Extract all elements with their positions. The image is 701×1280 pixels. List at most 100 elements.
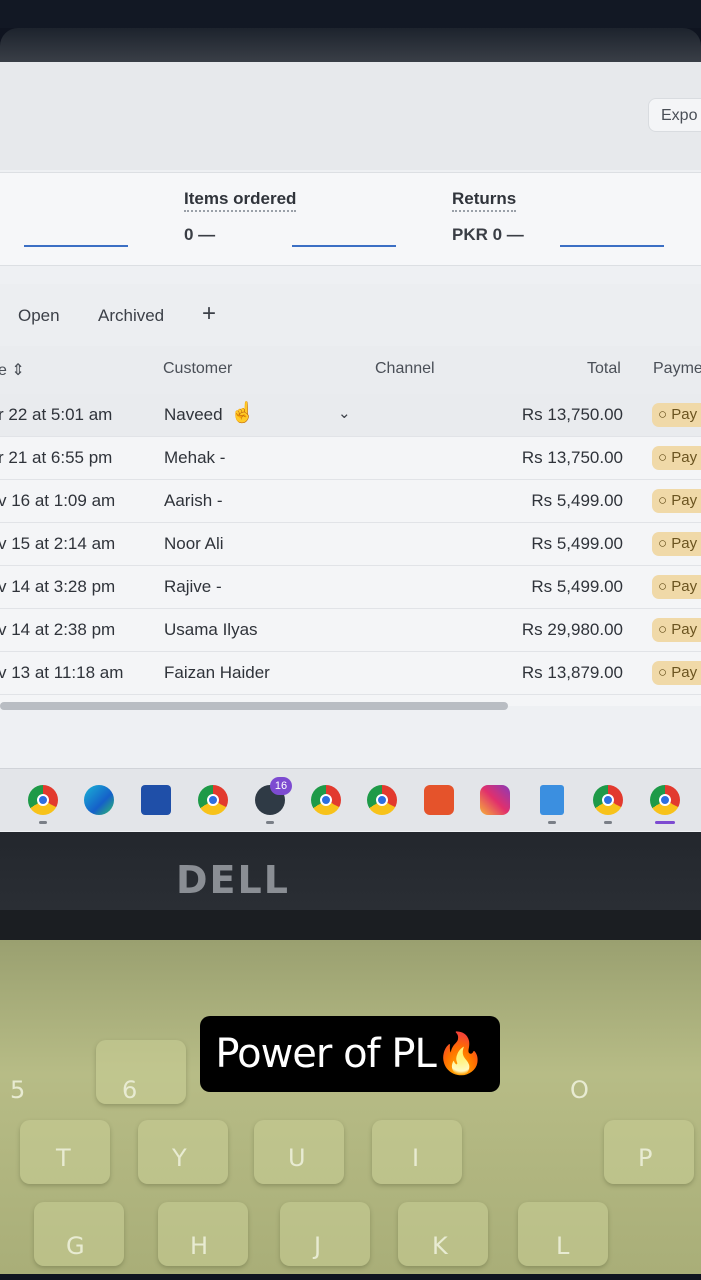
running-indicator <box>266 821 274 824</box>
laptop-body: DELL <box>0 832 701 940</box>
active-indicator <box>655 821 675 824</box>
story-caption: Power of PL🔥 <box>200 1016 500 1092</box>
payment-status-badge: ○ Pay <box>652 403 701 427</box>
column-channel[interactable]: Channel <box>375 360 435 378</box>
export-button[interactable]: Expo <box>648 98 701 132</box>
status-bar <box>0 0 701 28</box>
order-total: Rs 5,499.00 <box>531 577 623 596</box>
metric-title-returns[interactable]: Returns <box>452 189 517 212</box>
instagram-icon[interactable] <box>480 785 510 815</box>
order-total: Rs 29,980.00 <box>521 620 623 639</box>
metric-value-returns: PKR 0 — <box>452 225 524 244</box>
order-total: Rs 5,499.00 <box>531 491 623 510</box>
payment-status-badge: ○ Pay <box>652 446 701 470</box>
running-indicator <box>548 821 556 824</box>
dell-logo: DELL <box>176 858 290 902</box>
laptop-screen: Expo Items ordered 0 — Returns PKR 0 — O… <box>0 62 701 832</box>
key-label: P <box>638 1144 653 1172</box>
chrome-icon[interactable] <box>367 785 397 815</box>
customer-name[interactable]: Noor Ali <box>164 534 224 554</box>
hand-cursor-icon: ☝ <box>230 402 255 424</box>
store-icon[interactable] <box>141 785 171 815</box>
horizontal-scrollbar[interactable] <box>0 702 508 710</box>
laptop-bezel <box>0 28 701 64</box>
key-label: H <box>190 1232 209 1260</box>
column-total[interactable]: Total <box>587 360 621 378</box>
chrome-icon[interactable] <box>311 785 341 815</box>
key-label: U <box>288 1144 306 1172</box>
tab-archived[interactable]: Archived <box>98 306 164 326</box>
chevron-down-icon[interactable]: ⌄ <box>338 404 351 422</box>
key-label: 6 <box>122 1076 138 1104</box>
order-total: Rs 13,750.00 <box>521 405 623 424</box>
key-label: O <box>570 1076 589 1104</box>
download-icon[interactable] <box>424 785 454 815</box>
customer-name[interactable]: Mehak - <box>164 448 225 468</box>
sparkline <box>292 245 396 247</box>
order-date: v 14 at 2:38 pm <box>0 620 116 639</box>
key-label: Y <box>172 1144 187 1172</box>
running-indicator <box>604 821 612 824</box>
table-row[interactable]: v 14 at 3:28 pm Rajive - Rs 5,499.00 ○ P… <box>0 566 701 609</box>
table-row[interactable]: v 15 at 2:14 am Noor Ali Rs 5,499.00 ○ P… <box>0 523 701 566</box>
key-label: L <box>556 1232 570 1260</box>
customer-name[interactable]: Faizan Haider <box>164 663 270 683</box>
keyboard: 6 T Y U I O P G H J K L 5 <box>0 940 701 1274</box>
sparkline <box>24 245 128 247</box>
customer-name[interactable]: Usama Ilyas <box>164 620 258 640</box>
metric-title-items-ordered[interactable]: Items ordered <box>184 189 297 212</box>
table-row[interactable]: v 13 at 11:18 am Faizan Haider Rs 13,879… <box>0 652 701 695</box>
order-total: Rs 13,879.00 <box>521 663 623 682</box>
table-row[interactable]: v 14 at 2:38 pm Usama Ilyas Rs 29,980.00… <box>0 609 701 652</box>
page-header: Expo <box>0 62 701 170</box>
table-header: e ⇕ Customer Channel Total Payme <box>0 346 701 395</box>
order-total: Rs 5,499.00 <box>531 534 623 553</box>
key <box>280 1202 370 1266</box>
chrome-icon[interactable] <box>593 785 623 815</box>
notepad-icon[interactable] <box>540 785 564 815</box>
order-date: r 22 at 5:01 am <box>0 405 113 424</box>
chrome-icon[interactable] <box>198 785 228 815</box>
tab-open[interactable]: Open <box>18 306 60 326</box>
order-date: v 16 at 1:09 am <box>0 491 116 510</box>
order-tabs: Open Archived + <box>0 284 701 346</box>
payment-status-badge: ○ Pay <box>652 489 701 513</box>
payment-status-badge: ○ Pay <box>652 575 701 599</box>
notification-badge: 16 <box>270 777 292 795</box>
payment-status-badge: ○ Pay <box>652 618 701 642</box>
key-label: G <box>66 1232 85 1260</box>
bottom-bar <box>0 1274 701 1280</box>
table-row[interactable]: v 16 at 1:09 am Aarish - Rs 5,499.00 ○ P… <box>0 480 701 523</box>
payment-status-badge: ○ Pay <box>652 661 701 685</box>
metric-value-items-ordered: 0 — <box>184 225 216 244</box>
chrome-icon[interactable] <box>650 785 680 815</box>
key-label: J <box>314 1232 322 1260</box>
order-total: Rs 13,750.00 <box>521 448 623 467</box>
metrics-bar: Items ordered 0 — Returns PKR 0 — <box>0 172 701 266</box>
key-label: 5 <box>10 1076 26 1104</box>
key-label: K <box>432 1232 448 1260</box>
sparkline <box>560 245 664 247</box>
add-view-button[interactable]: + <box>202 300 216 328</box>
key-label: I <box>412 1144 420 1172</box>
running-indicator <box>39 821 47 824</box>
payment-status-badge: ○ Pay <box>652 532 701 556</box>
chrome-icon[interactable] <box>28 785 58 815</box>
customer-name[interactable]: Aarish - <box>164 491 223 511</box>
order-date: v 15 at 2:14 am <box>0 534 116 553</box>
table-row[interactable]: r 21 at 6:55 pm Mehak - Rs 13,750.00 ○ P… <box>0 437 701 480</box>
table-row[interactable]: r 22 at 5:01 am Naveed ☝ ⌄ Rs 13,750.00 … <box>0 394 701 437</box>
column-customer[interactable]: Customer <box>163 360 232 378</box>
laptop-hinge <box>0 910 701 940</box>
customer-name[interactable]: Naveed <box>164 405 223 425</box>
key-label: T <box>56 1144 71 1172</box>
edge-icon[interactable] <box>84 785 114 815</box>
column-date-sort[interactable]: e ⇕ <box>0 360 25 380</box>
taskbar: 16 <box>0 768 701 831</box>
order-date: r 21 at 6:55 pm <box>0 448 113 467</box>
orders-table: e ⇕ Customer Channel Total Payme r 22 at… <box>0 346 701 706</box>
customer-name[interactable]: Rajive - <box>164 577 222 597</box>
key <box>96 1040 186 1104</box>
column-payment[interactable]: Payme <box>653 360 701 378</box>
order-date: v 14 at 3:28 pm <box>0 577 116 596</box>
